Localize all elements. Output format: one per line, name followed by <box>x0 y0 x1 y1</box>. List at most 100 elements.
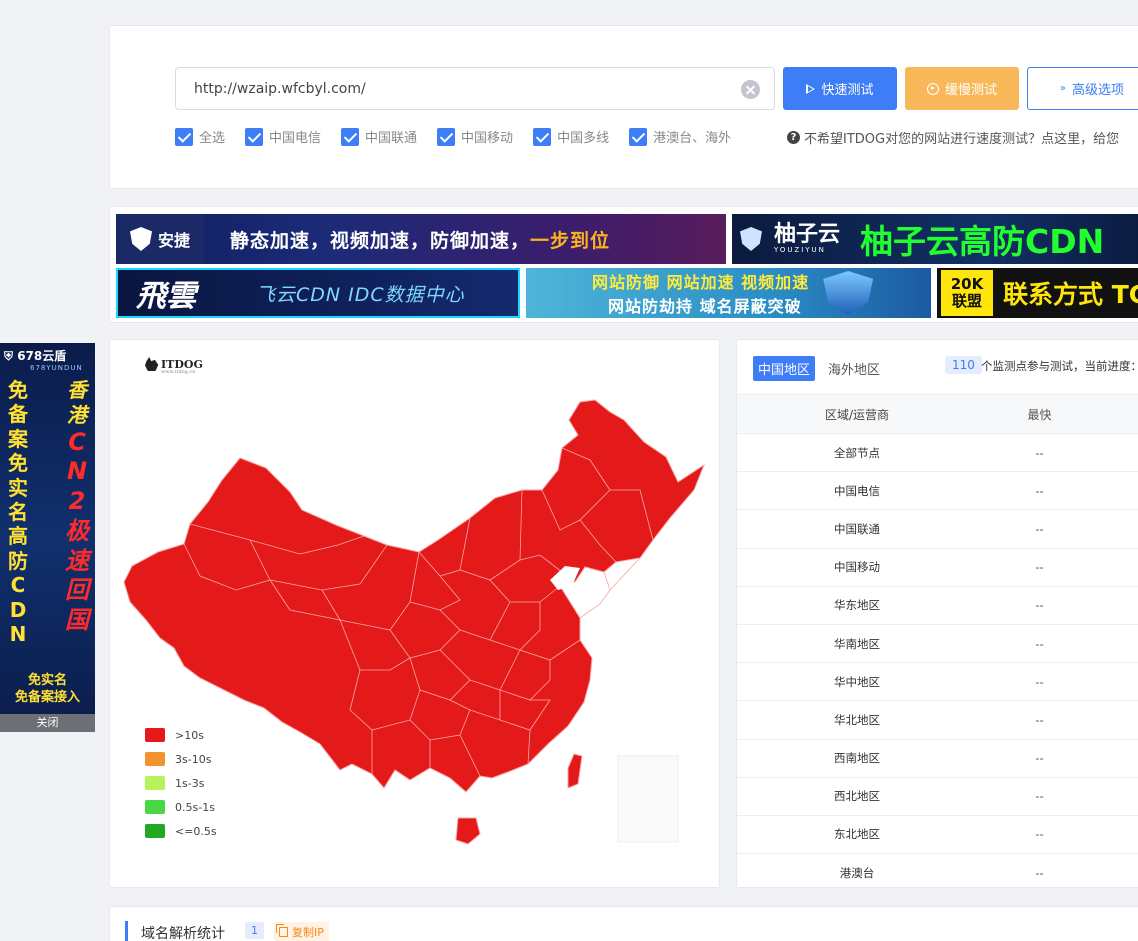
ad-banner-fivebull[interactable]: 网站防御 网站加速 视频加速 网站防劫持 域名屏蔽突破 <box>526 268 931 318</box>
checkbox-label: 中国电信 <box>269 131 322 146</box>
advanced-options-button[interactable]: » 高级选项 <box>1027 67 1138 110</box>
side-ad-char: 港 <box>67 402 87 427</box>
ad-brand-text: 安捷 <box>158 231 191 250</box>
cell-region: 西北地区 <box>834 789 880 804</box>
ad-brand-line1: 20K <box>950 274 984 293</box>
dog-logo-icon <box>145 357 159 371</box>
double-chevron-down-icon: » <box>1059 82 1067 94</box>
side-ad-close-button[interactable]: 关闭 <box>0 714 95 732</box>
ad-brand-20k: 20K 联盟 <box>941 270 993 316</box>
column-header-fastest[interactable]: 最快 <box>977 406 1102 423</box>
legend-item[interactable]: 1s-3s <box>145 771 217 795</box>
checkbox-unicom[interactable]: 中国联通 <box>341 127 417 146</box>
legend-item[interactable]: 3s-10s <box>145 747 217 771</box>
table-row[interactable]: 中国联通 -- <box>737 510 1138 549</box>
fast-test-label: 快速测试 <box>821 83 874 98</box>
cell-fastest: -- <box>1035 751 1044 766</box>
progress-text: 个监测点参与测试，当前进度： <box>981 359 1138 373</box>
ad-banner-youziyun[interactable]: 柚子云 YOUZIYUN 柚子云高防CDN <box>732 214 1138 264</box>
ad-banner-anjie[interactable]: 安捷 静态加速，视频加速，防御加速，一步到位 <box>116 214 726 264</box>
checkbox-label: 全选 <box>199 131 226 146</box>
legend-item[interactable]: >10s <box>145 723 217 747</box>
cell-fastest: -- <box>1035 521 1044 536</box>
checkbox-overseas[interactable]: 港澳台、海外 <box>629 127 731 146</box>
side-ad-columns: 免备案免实名高防CDN 香港CN2极速回国 <box>0 372 95 646</box>
checkbox-checked-icon[interactable] <box>533 127 552 146</box>
clear-circle-icon[interactable] <box>741 80 760 99</box>
table-row[interactable]: 西南地区 -- <box>737 740 1138 778</box>
table-row[interactable]: 中国移动 -- <box>737 549 1138 587</box>
table-row[interactable]: 中国电信 -- <box>737 472 1138 511</box>
checkbox-checked-icon[interactable] <box>437 127 456 146</box>
dns-stats-title: 域名解析统计 <box>141 926 225 941</box>
side-ad-char: D <box>9 597 27 622</box>
slow-test-button[interactable]: 缓慢测试 <box>905 67 1019 110</box>
results-table-card: 中国地区 海外地区 110 个监测点参与测试，当前进度： 区域/运营商 最快 全… <box>736 339 1138 888</box>
legend-swatch <box>145 752 165 766</box>
table-row[interactable]: 港澳台 -- <box>737 854 1138 887</box>
copy-ip-button[interactable]: 复制IP <box>274 922 329 941</box>
column-header-region[interactable]: 区域/运营商 <box>737 406 977 423</box>
legend-item[interactable]: 0.5s-1s <box>145 795 217 819</box>
cell-region: 华北地区 <box>834 712 880 727</box>
cell-fastest: -- <box>1035 865 1044 880</box>
side-ad-footer-line1: 免实名 <box>27 673 67 688</box>
url-input-wrapper <box>175 67 775 110</box>
cell-fastest: -- <box>1035 598 1044 613</box>
side-ad-678yundun[interactable]: ⛨ 678云盾 678YUNDUN 免备案免实名高防CDN 香港CN2极速回国 … <box>0 343 95 732</box>
checkbox-checked-icon[interactable] <box>175 127 193 146</box>
side-ad-char: C <box>10 573 26 598</box>
legend-swatch <box>145 800 165 814</box>
checkbox-select-all[interactable]: 全选 <box>175 127 225 146</box>
copy-icon <box>276 924 288 937</box>
legend-swatch <box>145 728 165 742</box>
side-ad-brand-sub: 678YUNDUN <box>30 364 83 372</box>
table-row[interactable]: 全部节点 -- <box>737 434 1138 473</box>
ad-slogan: 联系方式 TG <box>1003 280 1138 309</box>
table-row[interactable]: 华南地区 -- <box>737 625 1138 664</box>
checkbox-label: 港澳台、海外 <box>653 131 732 146</box>
legend-label: 1s-3s <box>175 776 205 790</box>
checkbox-checked-icon[interactable] <box>629 127 648 146</box>
opt-out-notice-link[interactable]: ? 不希望ITDOG对您的网站进行速度测试？点这里，给您 <box>787 128 1119 147</box>
cell-region: 华中地区 <box>834 674 880 689</box>
map-south-sea-inset <box>617 755 679 843</box>
table-row[interactable]: 华东地区 -- <box>737 587 1138 625</box>
checkbox-mobile[interactable]: 中国移动 <box>437 127 513 146</box>
isp-checkbox-group: 全选 中国电信 中国联通 中国移动 中国多线 港澳台、海外 <box>175 127 751 146</box>
ad-slogan: 网站防御 网站加速 视频加速 网站防劫持 域名屏蔽突破 <box>592 269 809 317</box>
checkbox-checked-icon[interactable] <box>341 127 360 146</box>
ad-banner-feiyun[interactable]: 飛雲 飞云CDN IDC数据中心 <box>116 268 520 318</box>
tab-overseas[interactable]: 海外地区 <box>823 356 885 381</box>
test-form-card: 快速测试 缓慢测试 » 高级选项 全选 中国电信 中国联通 中国移动 中国多线 … <box>109 25 1138 189</box>
table-row[interactable]: 东北地区 -- <box>737 816 1138 855</box>
side-ad-footer-line2: 免备案接入 <box>14 689 80 705</box>
ad-slogan-highlight: 一步到位 <box>530 229 611 252</box>
checkbox-label: 中国联通 <box>365 131 418 146</box>
ad-banner-20k[interactable]: 20K 联盟 联系方式 TG <box>937 268 1138 318</box>
cell-region: 港澳台 <box>839 865 875 880</box>
table-body: 全部节点 -- 中国电信 -- 中国联通 -- 中国移动 -- 华东地区 -- 华南地区 -- 华中地区… <box>737 434 1138 887</box>
side-ad-char: 免 <box>8 451 28 476</box>
legend-swatch <box>145 776 165 790</box>
side-ad-char: 回 <box>65 576 89 605</box>
side-ad-char: 免 <box>8 378 28 402</box>
table-row[interactable]: 华中地区 -- <box>737 663 1138 702</box>
fast-test-button[interactable]: 快速测试 <box>783 67 897 110</box>
checkbox-checked-icon[interactable] <box>245 127 264 146</box>
table-row[interactable]: 西北地区 -- <box>737 778 1138 816</box>
map-region-hainan[interactable] <box>455 817 481 845</box>
url-input[interactable] <box>176 68 716 109</box>
checkbox-multiline[interactable]: 中国多线 <box>533 127 609 146</box>
legend-label: 0.5s-1s <box>175 800 215 814</box>
checkbox-telecom[interactable]: 中国电信 <box>245 127 321 146</box>
cell-region: 西南地区 <box>834 751 880 766</box>
checkbox-label: 中国移动 <box>461 131 514 146</box>
map-region-taiwan[interactable] <box>567 753 583 789</box>
tab-china[interactable]: 中国地区 <box>753 356 816 381</box>
side-ad-brand: ⛨ 678云盾 <box>0 343 95 364</box>
copy-ip-label: 复制IP <box>292 926 324 939</box>
table-row[interactable]: 华北地区 -- <box>737 701 1138 740</box>
ad-slogan: 柚子云高防CDN <box>860 222 1105 261</box>
legend-item[interactable]: <=0.5s <box>145 819 217 843</box>
